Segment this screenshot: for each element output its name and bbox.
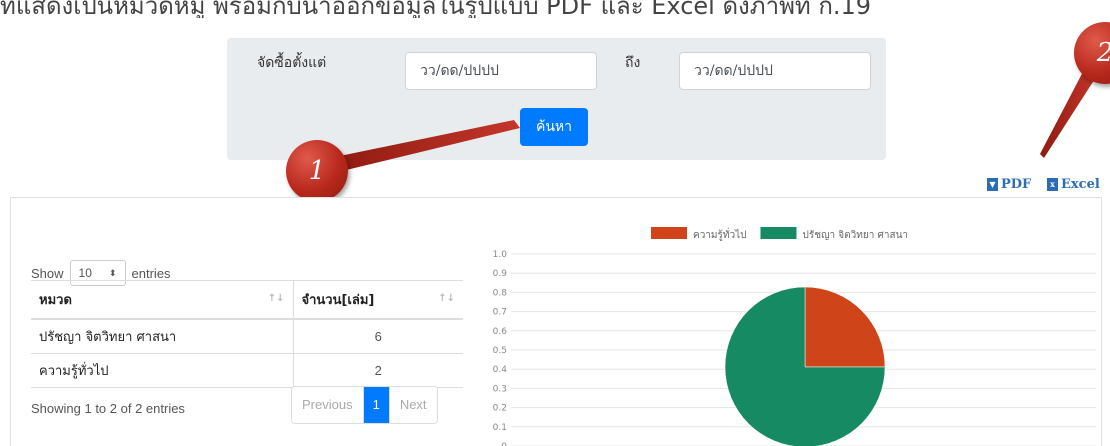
category-cell: ปรัชญา จิตวิทยา ศาสนา (31, 319, 294, 354)
show-label: Show (31, 265, 64, 281)
category-table: หมวด ↑↓ จำนวน[เล่ม] ↑↓ ปรัชญา จิตวิทยา ศ… (31, 280, 463, 388)
pagination-next[interactable]: Next (388, 387, 437, 423)
y-tick-label: 0.8 (493, 288, 508, 298)
y-tick-label: 0.3 (493, 384, 507, 394)
export-pdf-link[interactable]: ▼ PDF (987, 177, 1031, 192)
table-info: Showing 1 to 2 of 2 entries (31, 401, 185, 416)
legend-label: ความรู้ทั่วไป (693, 227, 746, 241)
y-tick-label: 0 (501, 442, 507, 446)
callout-badge-1: 1 (286, 140, 348, 202)
pdf-file-icon: ▼ (987, 178, 998, 191)
export-pdf-label: PDF (1001, 177, 1032, 192)
select-arrows-icon: ⬍ (108, 267, 117, 278)
pagination-previous[interactable]: Previous (292, 387, 363, 423)
pie-slice (804, 286, 886, 368)
legend-label: ปรัชญา จิตวิทยา ศาสนา (802, 230, 908, 241)
export-excel-label: Excel (1061, 177, 1100, 192)
report-card: Show 10 ⬍ entries หมวด ↑↓ จำนวน[เล่ม] ↑↓… (10, 197, 1102, 446)
pie-chart: ความรู้ทั่วไป ปรัชญา จิตวิทยา ศาสนา 1.0 0.9… (481, 220, 1101, 446)
y-tick-label: 0.5 (493, 346, 507, 356)
y-tick-label: 0.2 (493, 404, 507, 414)
table-header-row: หมวด ↑↓ จำนวน[เล่ม] ↑↓ (31, 280, 463, 320)
callout-arrow-1 (330, 120, 520, 172)
table-row: ความรู้ทั่วไป 2 (31, 353, 463, 388)
count-cell: 6 (293, 319, 463, 354)
y-tick-label: 1.0 (493, 250, 508, 260)
table-row: ปรัชญา จิตวิทยา ศาสนา 6 (31, 319, 463, 354)
pagination-page-1[interactable]: 1 (362, 387, 389, 423)
column-header-count-label: จำนวน[เล่ม] (301, 293, 375, 308)
sort-icon: ↑↓ (438, 293, 455, 304)
column-header-category-label: หมวด (39, 293, 72, 308)
y-tick-label: 0.9 (493, 269, 508, 279)
y-tick-label: 0.7 (493, 308, 507, 318)
count-cell: 2 (293, 353, 463, 388)
y-tick-label: 0.4 (493, 365, 508, 375)
y-tick-label: 0.6 (493, 327, 508, 337)
page-length-value: 10 (78, 266, 92, 280)
category-cell: ความรู้ทั่วไป (31, 353, 294, 388)
excel-file-icon: x (1047, 178, 1058, 191)
legend-swatch (651, 227, 687, 239)
y-tick-label: 0.1 (493, 423, 507, 433)
sort-icon: ↑↓ (267, 293, 285, 304)
entries-label: entries (131, 265, 171, 281)
pie-chart-svg: ความรู้ทั่วไป ปรัชญา จิตวิทยา ศาสนา 1.0 0.9… (493, 227, 1096, 446)
pagination: Previous 1 Next (291, 386, 438, 424)
column-header-count[interactable]: จำนวน[เล่ม] ↑↓ (293, 280, 463, 320)
export-excel-link[interactable]: x Excel (1047, 177, 1100, 192)
column-header-category[interactable]: หมวด ↑↓ (31, 280, 294, 320)
legend-swatch (760, 227, 797, 239)
